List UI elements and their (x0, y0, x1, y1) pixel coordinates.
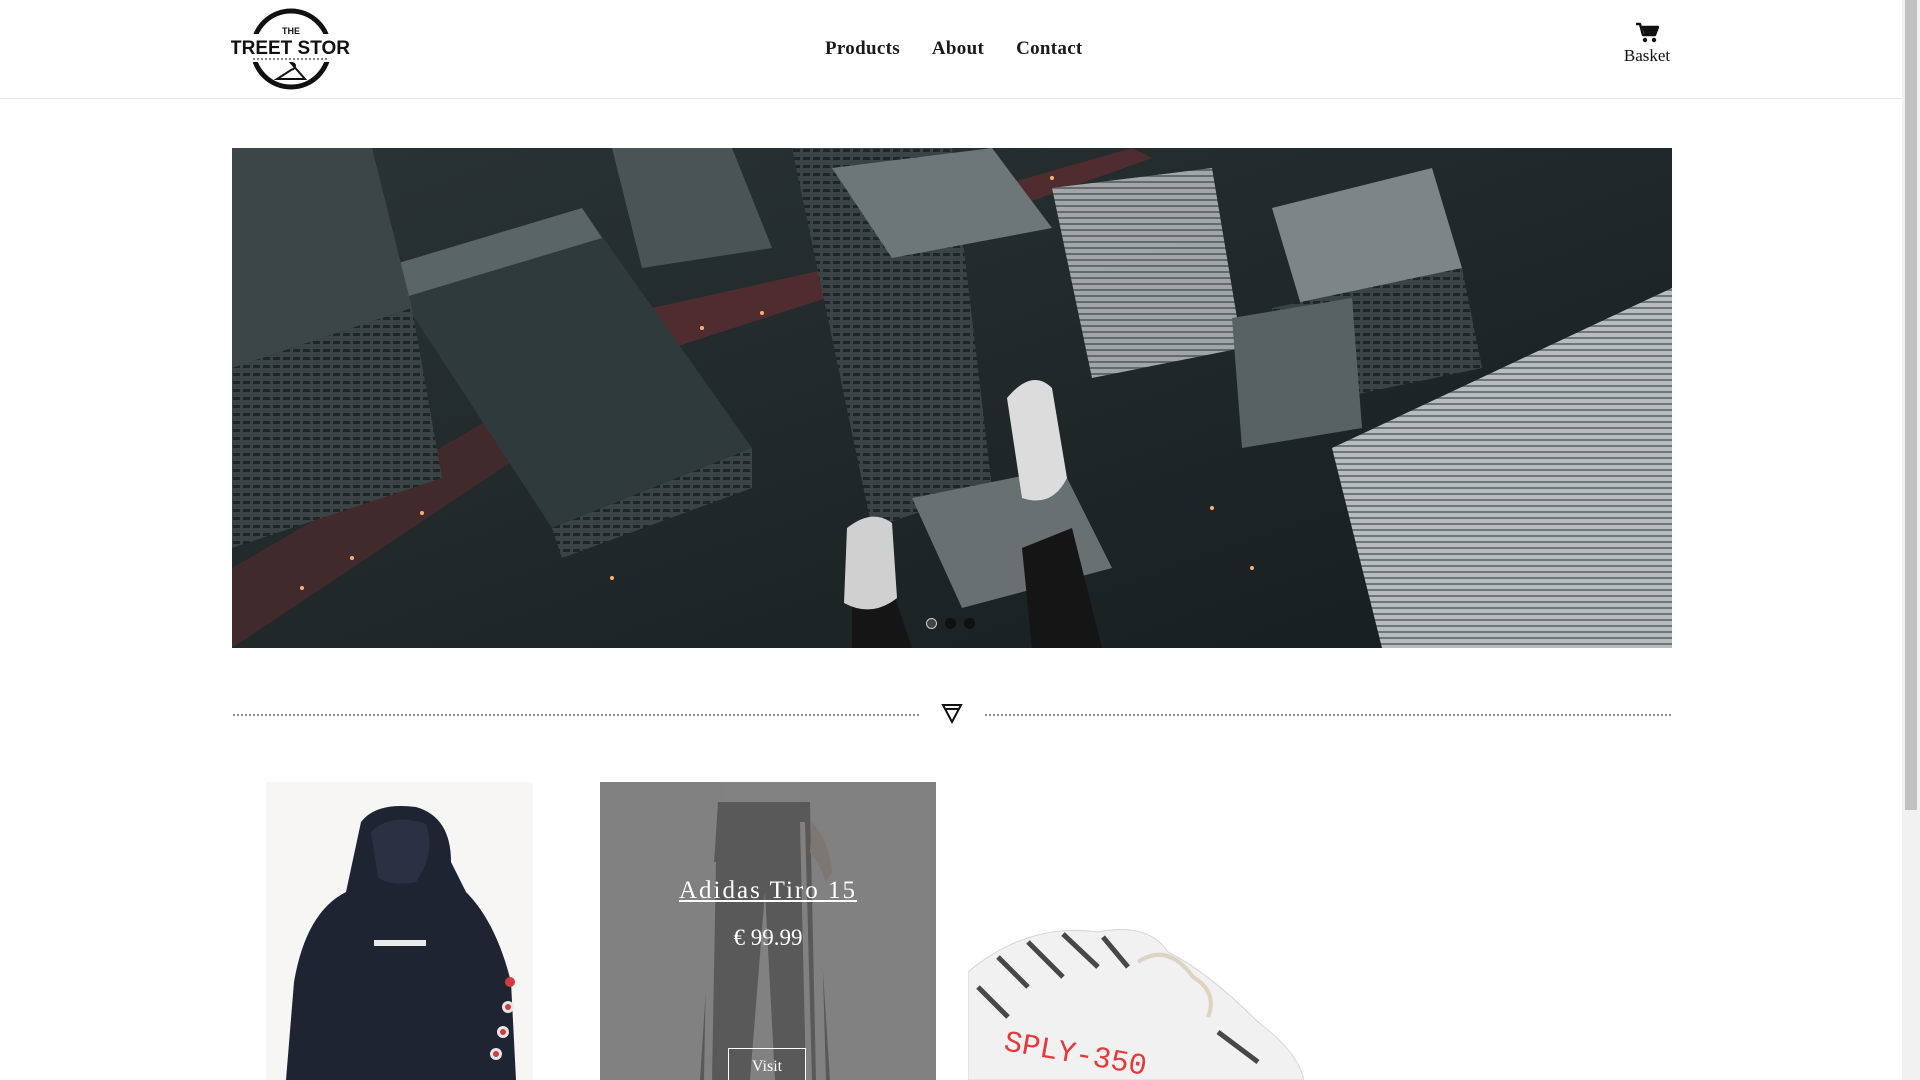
hero-carousel[interactable] (232, 148, 1672, 648)
product-image-sneaker: SPLY-350 (968, 782, 1304, 1080)
cart-icon (1636, 22, 1659, 43)
basket-label: Basket (1623, 46, 1671, 65)
nav-products[interactable]: Products (825, 38, 900, 60)
page-scrollbar[interactable] (1902, 0, 1920, 1080)
visit-button[interactable]: Visit (728, 1048, 806, 1080)
product-name[interactable]: Adidas Tiro 15 (600, 877, 936, 905)
basket-link[interactable]: Basket (1617, 22, 1677, 66)
site-header: THE STREET STORE Products About Contact … (0, 0, 1902, 99)
carousel-dot-3[interactable] (964, 618, 975, 629)
product-image-hoodie (266, 782, 533, 1080)
nav-contact[interactable]: Contact (1016, 38, 1082, 60)
scrollbar-thumb[interactable] (1905, 0, 1917, 810)
divider-line-left (233, 714, 919, 716)
main-nav: Products About Contact (825, 38, 1083, 60)
divider-line-right (985, 714, 1671, 716)
product-card-sneaker[interactable]: SPLY-350 (968, 782, 1304, 1080)
hero-image (232, 148, 1672, 648)
logo-main-text: STREET STORE (231, 38, 350, 59)
page: THE STREET STORE Products About Contact … (0, 0, 1920, 1080)
filter-triangle-icon[interactable] (940, 701, 964, 725)
logo[interactable]: THE STREET STORE (217, 8, 363, 90)
product-card-hoodie[interactable] (266, 782, 533, 1080)
nav-about[interactable]: About (932, 38, 984, 60)
product-price: € 99.99 (733, 925, 803, 950)
carousel-dots (926, 618, 975, 629)
logo-top-text: THE (282, 26, 300, 36)
carousel-dot-1[interactable] (926, 618, 937, 629)
carousel-dot-2[interactable] (945, 618, 956, 629)
hanger-icon (273, 61, 308, 80)
product-card-track-pants[interactable]: Adidas Tiro 15 € 99.99 Visit (600, 782, 936, 1080)
